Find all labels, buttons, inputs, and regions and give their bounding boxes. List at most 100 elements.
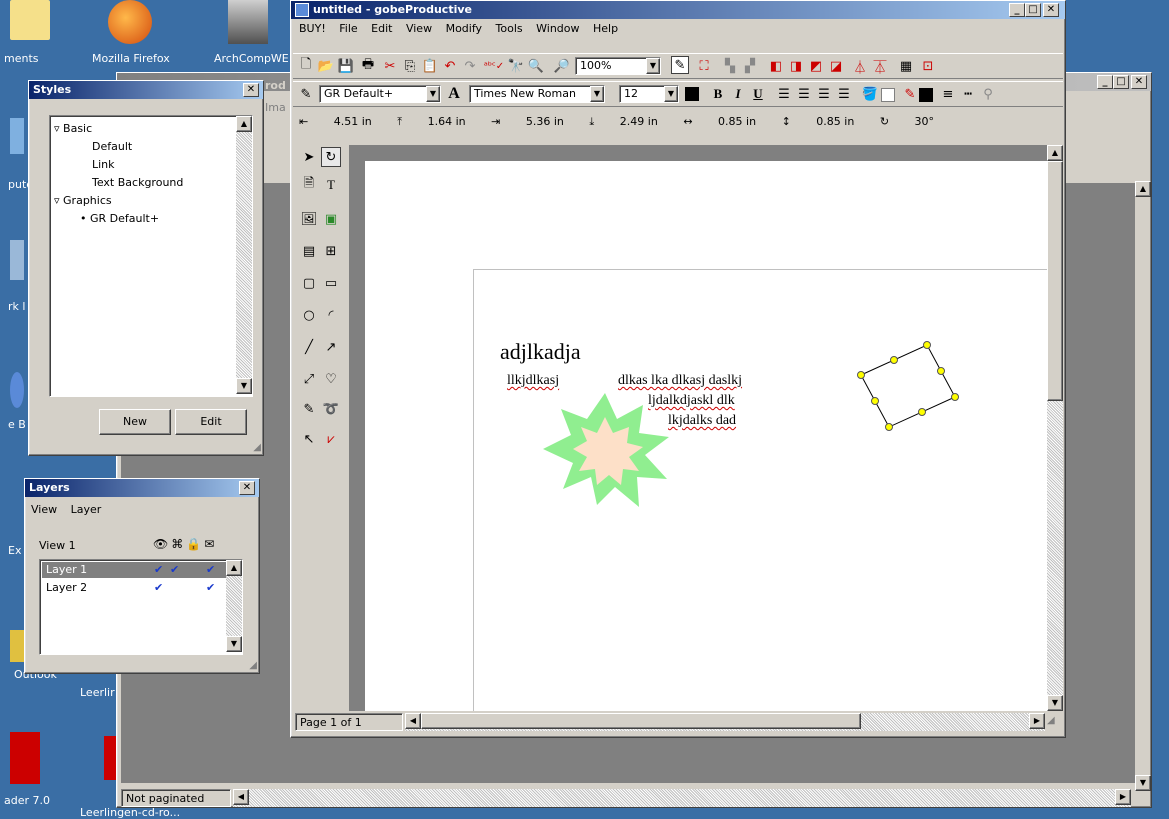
scroll-up-button[interactable]: ▲ [226, 560, 242, 576]
tree-group-basic[interactable]: ▿ Basic [54, 120, 252, 138]
main-vscroll[interactable]: ▲ ▼ [1047, 145, 1063, 711]
text-tool-icon[interactable]: T [321, 175, 341, 195]
snap-icon[interactable]: ⊡ [919, 57, 937, 75]
freehand-tool-icon[interactable]: ✎ [299, 399, 319, 419]
computer-icon[interactable] [10, 118, 24, 154]
maximize-button[interactable]: □ [1025, 3, 1041, 17]
firefox-icon[interactable] [108, 0, 152, 44]
image-frame-icon[interactable]: 🖼 [299, 209, 319, 229]
draw-mode-icon[interactable]: ✎ [671, 56, 689, 74]
reshape-tool-icon[interactable]: ↖ [299, 429, 319, 449]
layers-vscroll[interactable]: ▲ ▼ [226, 560, 242, 652]
align-justify-icon[interactable]: ☰ [835, 85, 853, 103]
align-center-icon[interactable]: ☰ [795, 85, 813, 103]
spellcheck-icon[interactable]: ᵃᵇᶜ✓ [484, 57, 504, 75]
ungroup-icon[interactable]: ▞ [741, 57, 759, 75]
layers-menu-view[interactable]: View [31, 503, 57, 516]
chevron-down-icon[interactable]: ▼ [590, 86, 604, 102]
line-width-icon[interactable]: ≡ [939, 85, 957, 103]
styles-panel-titlebar[interactable]: Styles [29, 81, 263, 99]
main-hscroll[interactable]: ◀ ▶ [405, 713, 1045, 731]
scroll-thumb[interactable] [1047, 161, 1063, 401]
tree-item-gr-default[interactable]: • GR Default+ [54, 210, 252, 228]
double-arrow-tool-icon[interactable]: ⤢ [299, 369, 319, 389]
cut-icon[interactable]: ✂ [381, 57, 399, 75]
text-line-3[interactable]: lkjdalks dad [668, 413, 736, 429]
layers-list[interactable]: Layer 1 ✔ ✔ ✔ Layer 2 ✔ ✔ ▲ ▼ [39, 559, 243, 655]
main-window[interactable]: untitled - gobeProductive _ □ ✕ BUY! Fil… [290, 0, 1066, 738]
edit-style-button[interactable]: Edit [175, 409, 247, 435]
archcomp-icon[interactable] [228, 0, 268, 44]
maximize-button[interactable]: □ [1113, 75, 1129, 89]
style-select[interactable]: GR Default+ ▼ [319, 85, 441, 103]
tree-group-graphics[interactable]: ▿ Graphics [54, 192, 252, 210]
arc-tool-icon[interactable]: ◜ [321, 305, 341, 325]
active-check-icon[interactable]: ✔ [206, 562, 215, 578]
chevron-down-icon[interactable]: ▼ [664, 86, 678, 102]
chevron-down-icon[interactable]: ▼ [646, 58, 660, 74]
visible-check-icon[interactable]: ✔ [154, 562, 163, 578]
tree-item-text-background[interactable]: Text Background [54, 174, 252, 192]
rectangle-tool-icon[interactable]: ▢ [299, 273, 319, 293]
save-icon[interactable]: 💾 [337, 57, 355, 75]
image-tool-icon[interactable]: ▣ [321, 209, 341, 229]
document-heading[interactable]: adjlkadja [500, 339, 581, 365]
tree-item-default[interactable]: Default [54, 138, 252, 156]
undo-icon[interactable]: ↶ [441, 57, 459, 75]
active-check-icon[interactable]: ✔ [206, 580, 215, 596]
zoom-select[interactable]: 100% ▼ [575, 57, 661, 75]
menu-file[interactable]: File [339, 22, 357, 35]
new-document-icon[interactable]: 🗋 [297, 57, 315, 75]
text-line-1b[interactable]: dlkas lka dlkasj daslkj [618, 373, 742, 389]
styles-tree[interactable]: ▿ Basic Default Link Text Background ▿ G… [49, 115, 253, 397]
layers-panel[interactable]: Layers ✕ View Layer View 1 👁⌘🔒✉ Layer 1 … [24, 478, 260, 674]
desktop-icon-documents[interactable] [10, 0, 50, 40]
text-line-2[interactable]: ljdalkdjaskl dlk [648, 393, 735, 409]
menu-window[interactable]: Window [536, 22, 579, 35]
acrobat-icon[interactable] [10, 732, 40, 784]
minimize-button[interactable]: _ [1097, 75, 1113, 89]
line-color-swatch[interactable] [919, 88, 933, 102]
line-color-icon[interactable]: ✎ [901, 85, 919, 103]
zoom-icon[interactable]: 🔎 [553, 57, 571, 75]
rounded-rectangle-tool-icon[interactable]: ▭ [321, 273, 341, 293]
copy-icon[interactable]: ⎘ [401, 57, 419, 75]
outlook-icon[interactable] [10, 630, 24, 662]
italic-icon[interactable]: I [729, 85, 747, 103]
resize-grip-icon[interactable]: ◢ [249, 660, 257, 671]
table-tool-icon[interactable]: ⊞ [321, 241, 341, 261]
menu-edit[interactable]: Edit [371, 22, 392, 35]
redo-icon[interactable]: ↷ [461, 57, 479, 75]
layers-menu-layer[interactable]: Layer [71, 503, 102, 516]
open-folder-icon[interactable]: 📂 [317, 57, 335, 75]
back-window-hscroll[interactable]: ◀ ▶ [233, 789, 1131, 807]
paste-icon[interactable]: 📋 [421, 57, 439, 75]
flip-horizontal-icon[interactable]: ⏃ [851, 57, 869, 76]
fill-color-swatch[interactable] [881, 88, 895, 102]
curve-tool-icon[interactable]: ➰ [321, 399, 341, 419]
scroll-down-button[interactable]: ▼ [226, 636, 242, 652]
scroll-down-button[interactable]: ▼ [236, 378, 252, 394]
menu-buy[interactable]: BUY! [299, 22, 326, 35]
send-backward-icon[interactable]: ◩ [807, 57, 825, 75]
rotated-square-shape[interactable] [853, 337, 963, 447]
text-frame-icon[interactable]: 🗎 [299, 175, 319, 195]
scroll-left-button[interactable]: ◀ [405, 713, 421, 729]
chevron-down-icon[interactable]: ▼ [426, 86, 440, 102]
flip-vertical-icon[interactable]: ⏄ [871, 57, 889, 76]
scroll-right-button[interactable]: ▶ [1115, 789, 1131, 805]
shape-tool-icon[interactable]: ♡ [321, 369, 341, 389]
print-icon[interactable]: 🖶 [359, 57, 377, 75]
visible-check-icon[interactable]: ✔ [154, 580, 163, 596]
ellipse-tool-icon[interactable]: ○ [299, 305, 319, 325]
line-style-icon[interactable]: ┅ [959, 85, 977, 103]
new-style-button[interactable]: New [99, 409, 171, 435]
menu-help[interactable]: Help [593, 22, 618, 35]
size-select[interactable]: 12 ▼ [619, 85, 679, 103]
scroll-thumb[interactable] [421, 713, 861, 729]
canvas-area[interactable]: adjlkadja llkjdlkasj dlkas lka dlkasj da… [349, 145, 1047, 711]
menu-view[interactable]: View [406, 22, 432, 35]
grid-icon[interactable]: ▦ [897, 57, 915, 75]
select-arrow-icon[interactable]: ➤ [299, 147, 319, 167]
close-button[interactable]: ✕ [239, 481, 255, 495]
